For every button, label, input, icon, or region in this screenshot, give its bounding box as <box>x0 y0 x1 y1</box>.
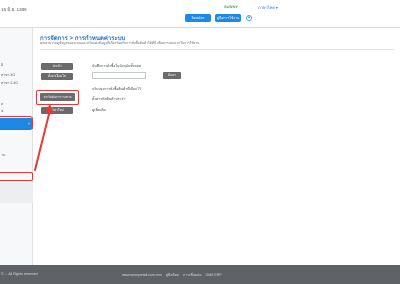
footer: © ... All Rights reserved www.sunnyretai… <box>0 265 400 284</box>
sale-indicator: SUNNY <box>224 4 239 9</box>
divider <box>40 49 394 50</box>
sidebar-item[interactable]: สาขา 3G <box>1 72 15 78</box>
import-button[interactable]: นำเข้า <box>41 63 73 70</box>
highlight-sidebar-submenu <box>0 172 33 181</box>
manual-button[interactable]: คู่มือการใช้งาน <box>215 14 241 22</box>
reset-button[interactable]: ตั้งค่าใหม่ <box>41 107 73 114</box>
register-button[interactable]: ลิดสมัคร <box>185 14 211 22</box>
sidebar-item[interactable]: ข <box>1 108 3 114</box>
import-input[interactable] <box>92 72 146 79</box>
top-header: 15 มิ.ย. 1386 SUNNY ภาษาไทย ▾ ลิดสมัคร ค… <box>0 0 400 28</box>
copyright-text: © ... All Rights reserved <box>1 272 38 276</box>
footer-links: www.sunnyretail.com.mm คู่มือนิยม การเชื… <box>122 272 225 278</box>
footer-link[interactable]: การเชื่อมต่อ <box>183 273 201 277</box>
user-circle-icon[interactable] <box>246 15 252 21</box>
highlight-default-sale: ค่าเริ่มต้นการวางขาย <box>36 90 79 105</box>
footer-link[interactable]: OMS ERP <box>205 273 221 277</box>
default-sale-button[interactable]: ค่าเริ่มต้นการวางขาย <box>40 93 75 101</box>
sidebar: อิ สาขา 3G สาขา 2.4G ล ข ˅ าน <box>0 28 33 265</box>
more-label[interactable]: ดูเพิ่มเติม <box>92 107 106 113</box>
footer-link[interactable]: www.sunnyretail.com.mm <box>122 273 162 277</box>
date-text: 15 มิ.ย. 1386 <box>1 7 27 12</box>
language-menu[interactable]: ภาษาไทย ▾ <box>258 4 278 11</box>
sort-label: ปรับปรุงการสั่งซื้อสินค้าที่เลือกไว้ <box>92 87 141 91</box>
footer-link[interactable]: คู่มือนิยม <box>166 273 180 277</box>
page-subtitle: คุณสามารถดูข้อมูลของระบบและปรับแต่งข้อมู… <box>40 41 200 45</box>
condition-button[interactable]: ตั้งค่าเงื่อนไข <box>41 73 73 80</box>
import-label: บันทึกการสั่งซื้อในปัจจุบันทั้งหมด <box>92 64 142 68</box>
sidebar-item[interactable]: ล <box>1 101 3 107</box>
sidebar-item[interactable]: อิ <box>1 62 3 68</box>
sidebar-subitem[interactable]: าน <box>1 152 5 158</box>
content-card: การจัดการ > การกำหนดค่าระบบ คุณสามารถดูข… <box>33 28 400 265</box>
highlight-sidebar-active <box>0 116 33 130</box>
search-button[interactable]: ค้นหา <box>163 72 181 79</box>
sidebar-panel <box>0 183 33 203</box>
sidebar-item[interactable]: สาขา 2.4G <box>1 80 18 86</box>
display-label: ตั้งค่ารหัสสินค้าประจำ <box>92 97 126 101</box>
